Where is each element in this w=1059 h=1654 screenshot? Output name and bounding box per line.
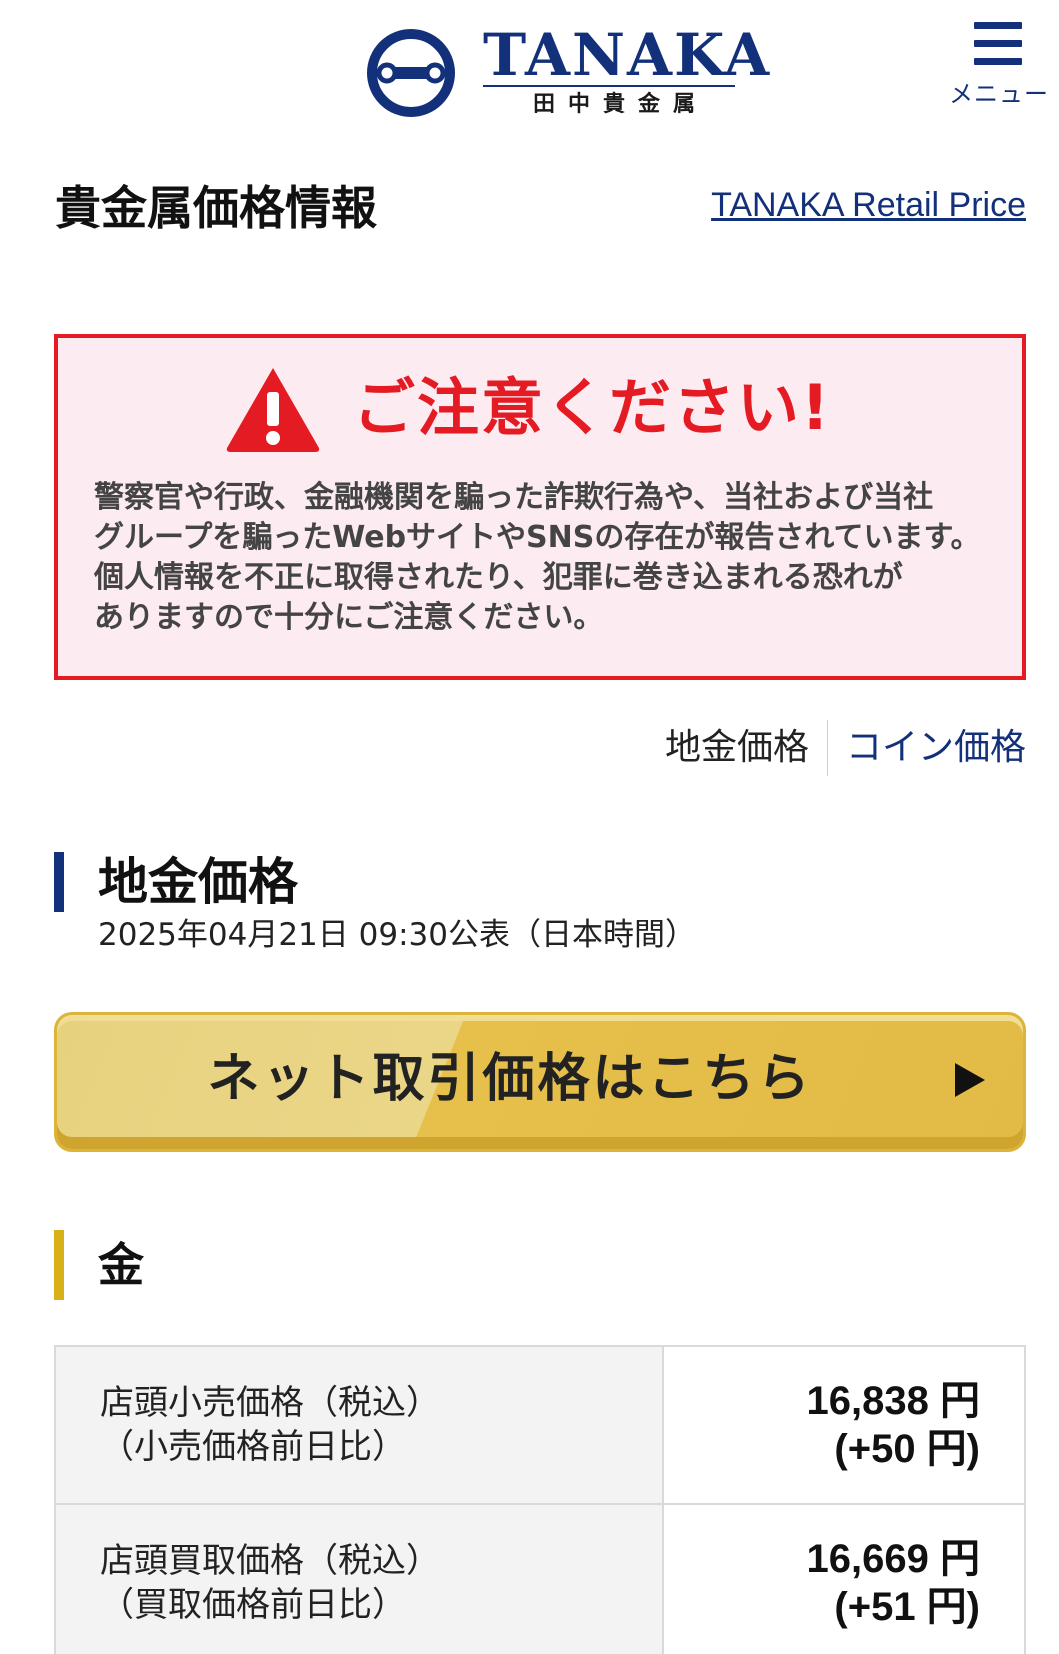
- table-row: 店頭買取価格（税込） （買取価格前日比） 16,669 円 (+51 円): [54, 1503, 1026, 1654]
- section-heading: 地金価格: [54, 852, 298, 912]
- logo-rule: [483, 85, 735, 87]
- warning-triangle-icon: [226, 368, 320, 452]
- page-title: 貴金属価格情報: [55, 181, 377, 235]
- row-label-line: （小売価格前日比）: [100, 1427, 406, 1467]
- price-change: (+50 円): [834, 1427, 980, 1471]
- net-trading-price-label: ネット取引価格はこちら: [207, 1049, 813, 1109]
- buyback-price-label: 店頭買取価格（税込） （買取価格前日比）: [54, 1503, 664, 1654]
- caution-notice: ご注意ください! 警察官や行政、金融機関を騙った詐欺行為や、当社および当社 グル…: [54, 334, 1026, 680]
- gold-title: 金: [98, 1238, 144, 1292]
- price-tabs: 地金価格 コイン価格: [665, 720, 1026, 776]
- retail-price-label: 店頭小売価格（税込） （小売価格前日比）: [54, 1345, 664, 1505]
- published-timestamp: 2025年04月21日 09:30公表（日本時間）: [98, 917, 696, 953]
- row-label-line: 店頭買取価格（税込）: [100, 1541, 440, 1581]
- retail-price-value: 16,838 円 (+50 円): [662, 1345, 1026, 1505]
- play-arrow-icon: [955, 1063, 985, 1097]
- gold-heading: 金: [54, 1230, 144, 1300]
- table-row: 店頭小売価格（税込） （小売価格前日比） 16,838 円 (+50 円): [54, 1345, 1026, 1505]
- tanaka-logo[interactable]: TANAKA 田中貴金属: [365, 22, 769, 122]
- caution-line: グループを騙ったWebサイトやSNSの存在が報告されています。: [94, 520, 981, 555]
- price-change: (+51 円): [834, 1585, 980, 1629]
- tanaka-logo-mark-icon: [367, 29, 455, 117]
- caution-title: ご注意ください!: [353, 371, 832, 444]
- logo-wordmark: TANAKA: [483, 21, 772, 89]
- price-value: 16,838 円: [806, 1379, 980, 1423]
- section-title: 地金価格: [98, 853, 298, 911]
- caution-line: 警察官や行政、金融機関を騙った詐欺行為や、当社および当社: [94, 480, 934, 515]
- buyback-price-value: 16,669 円 (+51 円): [662, 1503, 1026, 1654]
- row-label-line: 店頭小売価格（税込）: [100, 1383, 440, 1423]
- logo-japanese-name: 田中貴金属: [533, 92, 709, 117]
- caution-text: 警察官や行政、金融機関を騙った詐欺行為や、当社および当社 グループを騙ったWeb…: [94, 478, 994, 638]
- tab-coin-price[interactable]: コイン価格: [828, 720, 1026, 776]
- site-header: TANAKA 田中貴金属 メニュー: [0, 0, 1059, 140]
- menu-label: メニュー: [949, 80, 1049, 108]
- price-value: 16,669 円: [806, 1537, 980, 1581]
- hamburger-menu-icon: [974, 22, 1022, 66]
- menu-button[interactable]: メニュー: [944, 18, 1054, 108]
- caution-line: 個人情報を不正に取得されたり、犯罪に巻き込まれる恐れが: [94, 560, 903, 595]
- retail-price-link[interactable]: TANAKA Retail Price: [711, 183, 1026, 227]
- row-label-line: （買取価格前日比）: [100, 1585, 406, 1625]
- caution-line: ありますので十分にご注意ください。: [94, 600, 604, 635]
- tab-bullion-price[interactable]: 地金価格: [665, 720, 827, 776]
- gold-price-table: 店頭小売価格（税込） （小売価格前日比） 16,838 円 (+50 円) 店頭…: [54, 1345, 1026, 1654]
- net-trading-price-button[interactable]: ネット取引価格はこちら: [54, 1012, 1026, 1152]
